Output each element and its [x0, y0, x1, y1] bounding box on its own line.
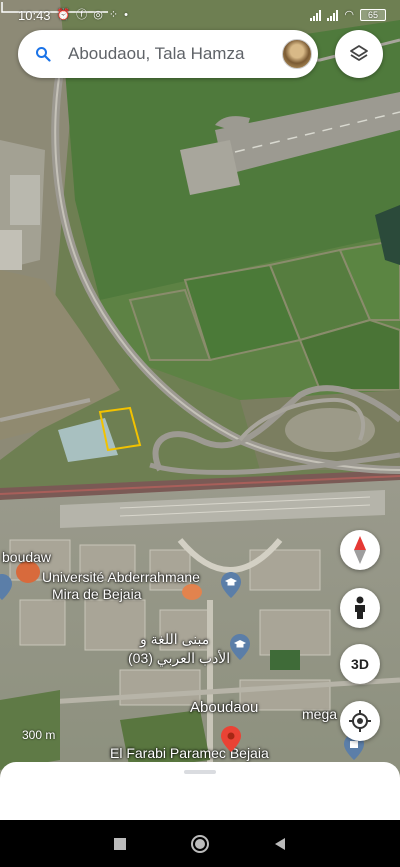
back-icon	[275, 837, 285, 850]
facebook-icon: ⓕ	[76, 8, 88, 21]
home-icon	[191, 834, 209, 853]
back-button[interactable]	[268, 832, 292, 856]
my-location-icon	[349, 710, 371, 732]
search-input[interactable]: Aboudaou, Tala Hamza	[68, 44, 282, 64]
avatar[interactable]	[282, 39, 312, 69]
3d-button[interactable]: 3D	[340, 644, 380, 684]
pegman-icon	[355, 596, 365, 619]
signal-2-icon	[327, 9, 339, 21]
search-icon[interactable]	[32, 43, 54, 65]
poi-pin-icon[interactable]	[0, 574, 12, 600]
recents-icon	[114, 837, 126, 850]
alarm-icon: ⏰	[56, 8, 71, 21]
satellite-map[interactable]: boudaw Université Abderrahmane Mira de B…	[0, 0, 400, 820]
map-label-arabic-building[interactable]: مبنى اللغة و	[140, 631, 209, 648]
recents-button[interactable]	[108, 832, 132, 856]
scale-label: 300 m	[22, 728, 56, 742]
home-button[interactable]	[188, 832, 212, 856]
search-bar[interactable]: Aboudaou, Tala Hamza	[18, 30, 318, 78]
system-nav-bar	[0, 820, 400, 867]
building-pin-icon[interactable]	[230, 634, 250, 660]
instagram-icon: ◎	[93, 8, 103, 21]
notification-icon: ⁘	[108, 8, 119, 21]
map-label-aboudaou[interactable]: Aboudaou	[190, 699, 258, 716]
battery-icon: 65	[360, 9, 386, 21]
drag-handle[interactable]	[184, 770, 216, 774]
map-label-mega[interactable]: mega	[302, 706, 337, 722]
more-notifications-icon: •	[124, 8, 128, 21]
signal-icon	[310, 9, 322, 21]
map-label-university[interactable]: Université Abderrahmane	[42, 569, 200, 585]
status-bar: 10:43 ⏰ ⓕ ◎ ⁘ • ◠ 65	[0, 0, 400, 30]
map-label-aboudaw[interactable]: boudaw	[2, 549, 51, 565]
map-label-el-farabi[interactable]: El Farabi Paramec Bejaia	[110, 745, 269, 761]
location-pin-icon[interactable]	[221, 726, 241, 752]
university-pin-icon[interactable]	[221, 572, 241, 598]
bottom-sheet[interactable]	[0, 762, 400, 820]
map-label-university-line2[interactable]: Mira de Bejaia	[52, 586, 142, 602]
map-label-arabic-building-line2[interactable]: الأدب العربي (03)	[128, 650, 230, 667]
street-view-button[interactable]	[340, 588, 380, 628]
my-location-button[interactable]	[340, 701, 380, 741]
compass-button[interactable]	[340, 530, 380, 570]
wifi-icon: ◠	[344, 8, 354, 21]
map-imagery	[0, 0, 400, 820]
layers-icon	[350, 45, 368, 61]
status-time: 10:43	[18, 7, 51, 23]
layers-button[interactable]	[335, 30, 383, 78]
compass-icon	[354, 536, 366, 564]
